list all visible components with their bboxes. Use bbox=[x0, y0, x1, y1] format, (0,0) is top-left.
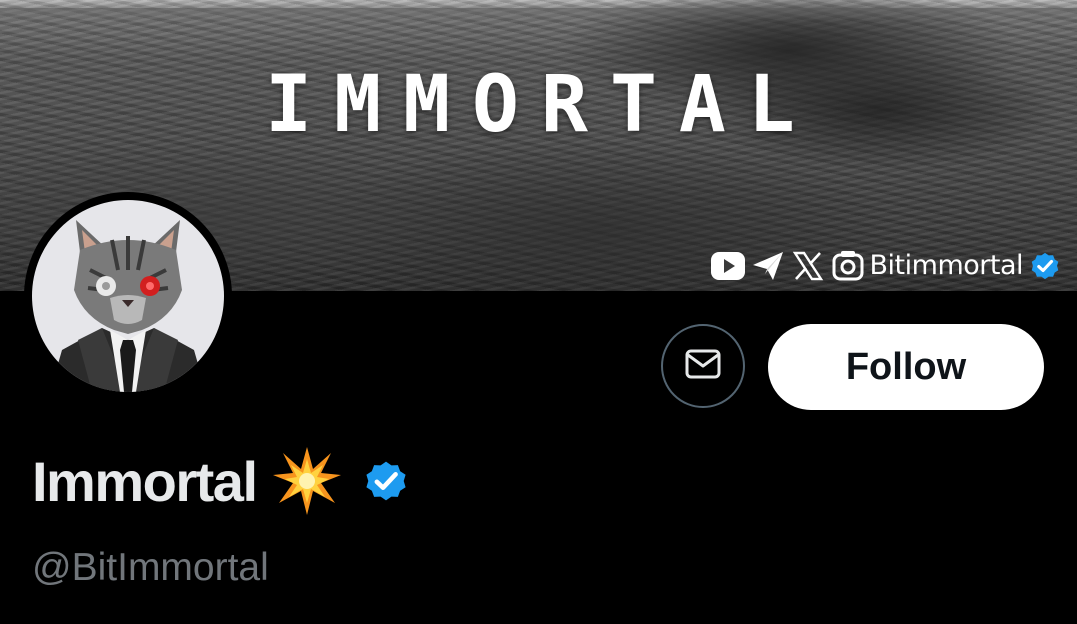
banner-horizon bbox=[0, 8, 1077, 22]
profile-name-row: Immortal bbox=[32, 446, 411, 516]
envelope-icon bbox=[684, 348, 722, 385]
banner-social-row: Bitimmortal bbox=[710, 246, 1063, 286]
instagram-icon bbox=[830, 248, 866, 284]
follow-button[interactable]: Follow bbox=[768, 324, 1044, 410]
collision-emoji-icon bbox=[271, 445, 343, 517]
avatar[interactable] bbox=[24, 192, 232, 400]
user-handle: @BitImmortal bbox=[32, 546, 269, 589]
message-button[interactable] bbox=[661, 324, 745, 408]
display-name: Immortal bbox=[32, 449, 258, 513]
verified-badge-icon[interactable] bbox=[361, 456, 411, 506]
avatar-image bbox=[32, 200, 224, 392]
verified-badge-icon bbox=[1027, 248, 1063, 284]
x-logo-icon bbox=[790, 248, 826, 284]
banner-social-handle: Bitimmortal bbox=[869, 250, 1024, 281]
telegram-icon bbox=[750, 248, 786, 284]
banner-title: IMMORTAL bbox=[265, 60, 817, 150]
youtube-icon bbox=[710, 248, 746, 284]
